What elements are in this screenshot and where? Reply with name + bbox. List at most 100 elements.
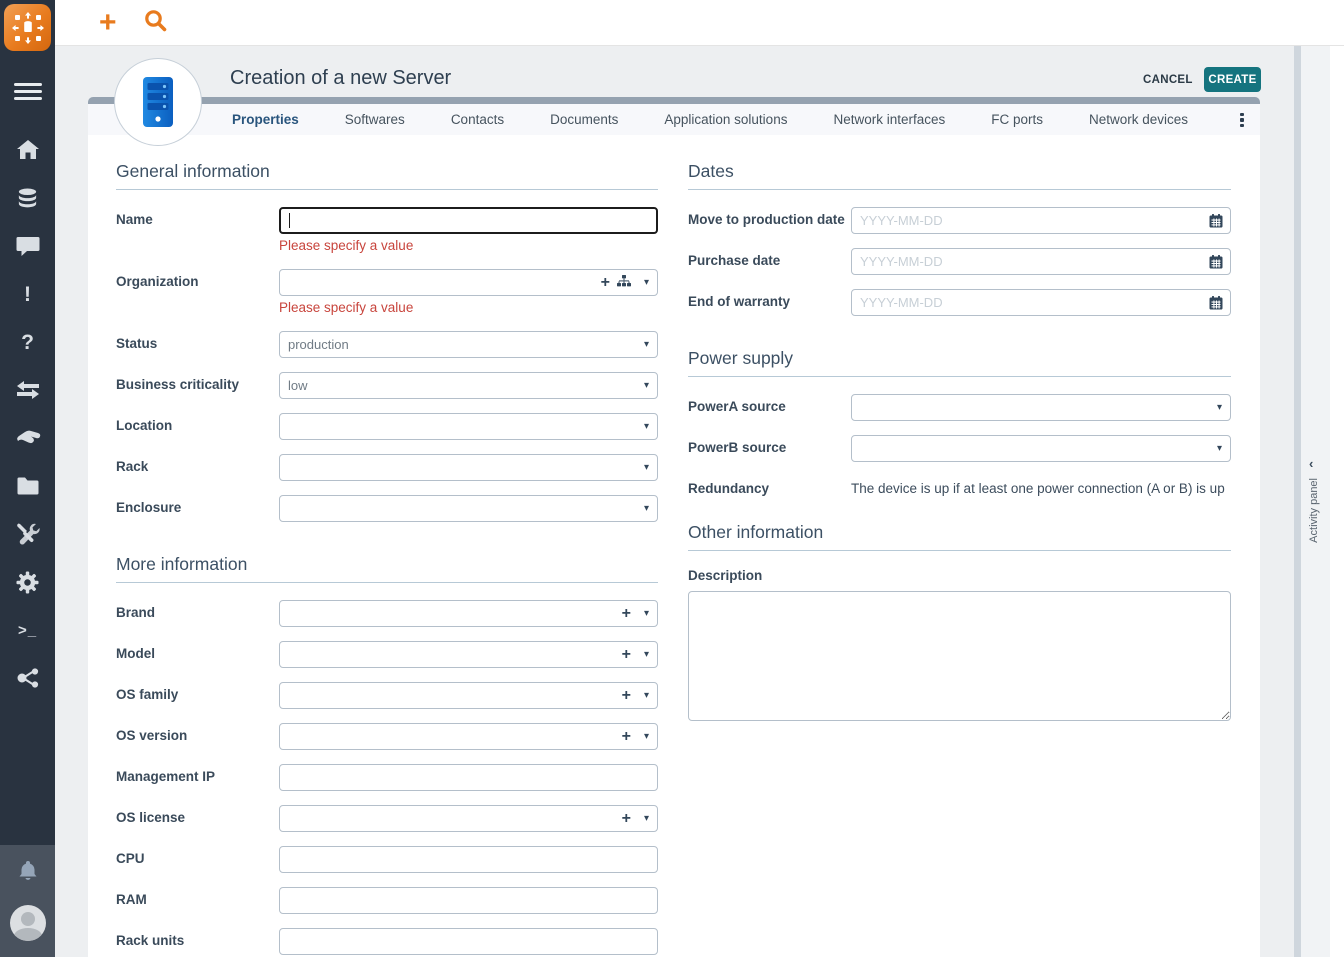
- tab-properties[interactable]: Properties: [232, 112, 299, 127]
- text-caret: [289, 213, 290, 228]
- rack-units-label: Rack units: [116, 928, 279, 948]
- support-hand-icon[interactable]: [0, 424, 55, 452]
- search-icon[interactable]: [144, 9, 167, 37]
- share-icon[interactable]: [0, 664, 55, 692]
- description-label: Description: [688, 568, 1231, 583]
- tab-application-solutions[interactable]: Application solutions: [664, 112, 787, 127]
- page-title: Creation of a new Server: [230, 67, 451, 90]
- top-bar: +: [55, 0, 1344, 46]
- rack-caret-icon: ▾: [644, 462, 649, 473]
- location-select[interactable]: ▾: [279, 413, 658, 440]
- field-row-brand: Brand +▾: [116, 600, 658, 627]
- power-b-select[interactable]: ▾: [851, 435, 1231, 462]
- os-family-caret-icon[interactable]: ▾: [644, 690, 649, 701]
- brand-add-icon[interactable]: +: [622, 606, 631, 622]
- chat-icon[interactable]: [0, 232, 55, 260]
- sidebar-bottom: [0, 845, 55, 957]
- model-select[interactable]: +▾: [279, 641, 658, 668]
- transfer-icon[interactable]: [0, 376, 55, 404]
- field-row-location: Location ▾: [116, 413, 658, 440]
- os-family-select[interactable]: +▾: [279, 682, 658, 709]
- field-row-end-of-warranty: End of warranty: [688, 289, 1231, 316]
- field-row-rack: Rack ▾: [116, 454, 658, 481]
- tools-icon[interactable]: [0, 520, 55, 548]
- move-to-production-date-input[interactable]: [860, 213, 1202, 228]
- section-power-supply: Power supply: [688, 348, 1231, 369]
- os-version-caret-icon[interactable]: ▾: [644, 731, 649, 742]
- field-row-management-ip: Management IP: [116, 764, 658, 791]
- user-avatar[interactable]: [10, 905, 46, 941]
- help-icon[interactable]: ?: [0, 328, 55, 356]
- purchase-date-input[interactable]: [860, 254, 1202, 269]
- organization-caret-icon[interactable]: ▾: [644, 277, 649, 288]
- section-rule: [688, 550, 1231, 551]
- name-label: Name: [116, 207, 279, 227]
- os-license-add-icon[interactable]: +: [622, 811, 631, 827]
- rack-units-input[interactable]: [279, 928, 658, 955]
- model-label: Model: [116, 641, 279, 661]
- tab-overflow-kebab-icon[interactable]: [1234, 111, 1250, 129]
- name-error: Please specify a value: [279, 238, 658, 253]
- organization-select[interactable]: + ▾: [279, 269, 658, 296]
- model-caret-icon[interactable]: ▾: [644, 649, 649, 660]
- os-license-select[interactable]: +▾: [279, 805, 658, 832]
- business-criticality-select[interactable]: low ▾: [279, 372, 658, 399]
- business-criticality-label: Business criticality: [116, 372, 279, 392]
- form-column-left: General information Name Please specify …: [116, 161, 658, 957]
- field-row-rack-units: Rack units: [116, 928, 658, 955]
- os-license-label: OS license: [116, 805, 279, 825]
- menu-toggle-icon[interactable]: [0, 77, 55, 105]
- alert-icon[interactable]: !: [0, 280, 55, 308]
- model-add-icon[interactable]: +: [622, 647, 631, 663]
- field-row-model: Model +▾: [116, 641, 658, 668]
- brand-caret-icon[interactable]: ▾: [644, 608, 649, 619]
- folder-icon[interactable]: [0, 472, 55, 500]
- tab-network-interfaces[interactable]: Network interfaces: [833, 112, 945, 127]
- settings-gear-icon[interactable]: [0, 568, 55, 596]
- os-version-add-icon[interactable]: +: [622, 729, 631, 745]
- status-select[interactable]: production ▾: [279, 331, 658, 358]
- end-of-warranty-input[interactable]: [860, 295, 1202, 310]
- status-value: production: [288, 337, 349, 352]
- create-new-icon[interactable]: +: [99, 8, 117, 38]
- enclosure-select[interactable]: ▾: [279, 495, 658, 522]
- calendar-icon[interactable]: [1209, 214, 1223, 231]
- create-button[interactable]: CREATE: [1204, 67, 1261, 92]
- field-row-purchase-date: Purchase date: [688, 248, 1231, 275]
- rack-select[interactable]: ▾: [279, 454, 658, 481]
- name-input[interactable]: [279, 207, 658, 234]
- brand-select[interactable]: +▾: [279, 600, 658, 627]
- os-license-caret-icon[interactable]: ▾: [644, 813, 649, 824]
- tab-network-devices[interactable]: Network devices: [1089, 112, 1188, 127]
- activity-panel-collapsed[interactable]: ‹ Activity panel: [1301, 46, 1330, 957]
- home-icon[interactable]: [0, 136, 55, 164]
- notifications-bell-icon[interactable]: [0, 857, 55, 885]
- os-family-add-icon[interactable]: +: [622, 688, 631, 704]
- tab-softwares[interactable]: Softwares: [345, 112, 405, 127]
- purchase-date-label: Purchase date: [688, 248, 851, 268]
- organization-hierarchy-icon[interactable]: [617, 275, 631, 290]
- itop-logo[interactable]: [4, 4, 51, 51]
- cpu-input[interactable]: [279, 846, 658, 873]
- console-icon[interactable]: >_: [0, 616, 55, 644]
- tab-contacts[interactable]: Contacts: [451, 112, 504, 127]
- description-textarea[interactable]: [688, 591, 1231, 721]
- activity-panel-expand-chevron-icon[interactable]: ‹: [1309, 456, 1313, 471]
- management-ip-input[interactable]: [279, 764, 658, 791]
- data-icon[interactable]: [0, 184, 55, 212]
- vertical-scrollbar[interactable]: [1294, 46, 1301, 957]
- tab-documents[interactable]: Documents: [550, 112, 618, 127]
- calendar-icon[interactable]: [1209, 296, 1223, 313]
- ram-input[interactable]: [279, 887, 658, 914]
- calendar-icon[interactable]: [1209, 255, 1223, 272]
- activity-panel-edge: [1330, 46, 1344, 957]
- tab-fc-ports[interactable]: FC ports: [991, 112, 1043, 127]
- section-more-information: More information: [116, 554, 658, 575]
- os-version-select[interactable]: +▾: [279, 723, 658, 750]
- field-row-power-b: PowerB source ▾: [688, 435, 1231, 462]
- section-rule: [116, 582, 658, 583]
- activity-panel-label[interactable]: Activity panel: [1308, 478, 1320, 543]
- organization-add-icon[interactable]: +: [601, 275, 610, 291]
- power-a-select[interactable]: ▾: [851, 394, 1231, 421]
- cancel-button[interactable]: CANCEL: [1143, 74, 1193, 86]
